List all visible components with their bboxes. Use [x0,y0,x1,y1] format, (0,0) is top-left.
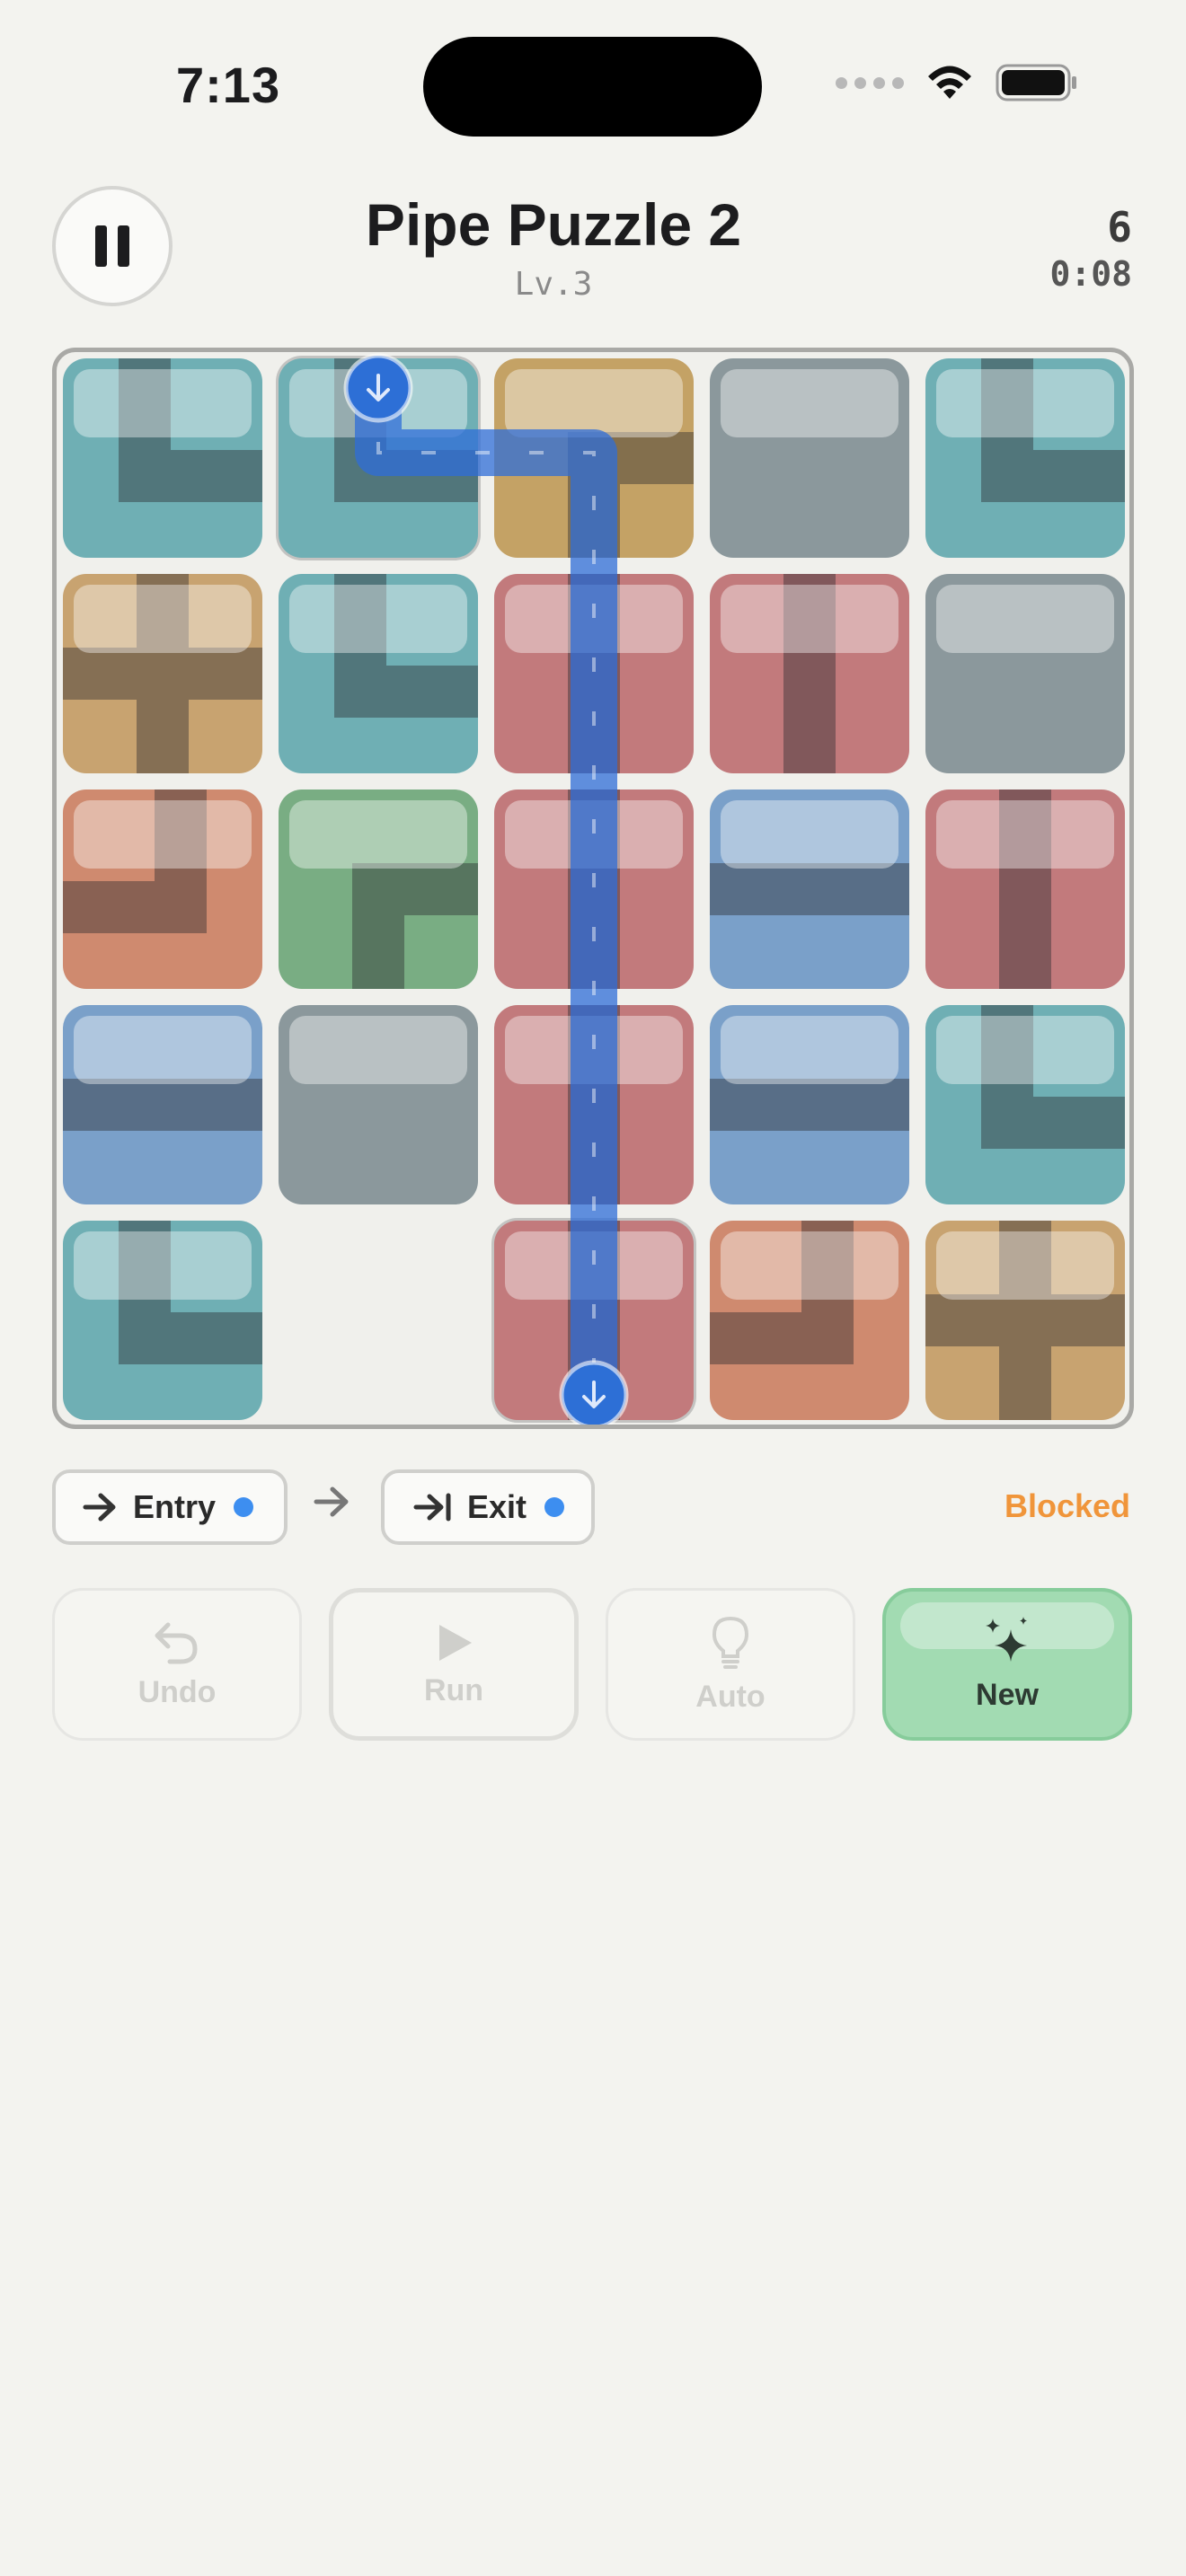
sparkles-icon [986,1616,1027,1662]
pipe-tile-horizontal[interactable] [710,790,909,989]
pipe-tile-vertical[interactable] [925,790,1125,989]
play-icon [439,1624,472,1661]
pipe-tile-blocked[interactable] [710,358,909,558]
pipe-tile-elbow-up-left[interactable] [63,790,262,989]
flow-arrow-icon [314,1486,349,1517]
pipe-tile-cross[interactable] [63,574,262,773]
pipe-tile-vertical[interactable] [494,1005,694,1204]
run-label: Run [423,1672,484,1707]
pipe-tile-elbow-up-left[interactable] [710,1221,909,1420]
empty-cell [279,1221,478,1420]
pipe-tile-vertical[interactable] [494,1221,694,1420]
new-button[interactable]: New [882,1588,1132,1741]
lightbulb-icon [712,1616,749,1669]
pipe-tile-vertical[interactable] [494,790,694,989]
signal-dots-icon [836,76,904,89]
pipe-tile-horizontal[interactable] [63,1005,262,1204]
status-time: 7:13 [176,57,281,113]
pipe-tile-elbow-up-right[interactable] [279,574,478,773]
pipe-tile-elbow-down-right[interactable] [279,790,478,989]
status-label: Blocked [1004,1487,1130,1524]
dynamic-island [423,37,762,137]
auto-label: Auto [695,1679,766,1714]
pipe-tile-horizontal[interactable] [710,1005,909,1204]
pipe-tile-cross[interactable] [925,1221,1125,1420]
arrow-right-icon [83,1493,116,1522]
pipe-tile-elbow-up-right[interactable] [925,358,1125,558]
puzzle-board [52,348,1134,1429]
pipe-tile-elbow-up-right[interactable] [279,358,478,558]
level-label: Lv.3 [514,266,593,303]
entry-label: Entry [133,1488,217,1525]
wifi-icon [924,63,976,102]
pipe-tile-blocked[interactable] [279,1005,478,1204]
status-indicators [836,63,1078,102]
run-button[interactable]: Run [329,1588,579,1741]
exit-label: Exit [467,1488,527,1525]
exit-chip[interactable]: Exit [381,1469,595,1545]
battery-icon [996,63,1078,102]
entry-dot [234,1497,254,1517]
pipe-tile-elbow-up-right[interactable] [63,358,262,558]
arrow-to-bar-icon [413,1493,451,1522]
score-counter: 6 [1107,203,1132,251]
pipe-tile-vertical[interactable] [494,574,694,773]
pipe-tile-elbow-up-right[interactable] [925,1005,1125,1204]
pipe-tile-elbow-up-right[interactable] [63,1221,262,1420]
exit-dot [544,1497,565,1517]
pipe-tile-elbow-down-right[interactable] [494,358,694,558]
pipe-tile-blocked[interactable] [925,574,1125,773]
undo-button[interactable]: Undo [52,1588,302,1741]
timer: 0:08 [1049,254,1132,294]
undo-label: Undo [137,1674,217,1709]
entry-chip[interactable]: Entry [52,1469,288,1545]
page-title: Pipe Puzzle 2 [365,191,742,258]
auto-button[interactable]: Auto [606,1588,855,1741]
undo-icon [155,1622,198,1663]
new-label: New [976,1677,1039,1712]
pipe-tile-vertical[interactable] [710,574,909,773]
